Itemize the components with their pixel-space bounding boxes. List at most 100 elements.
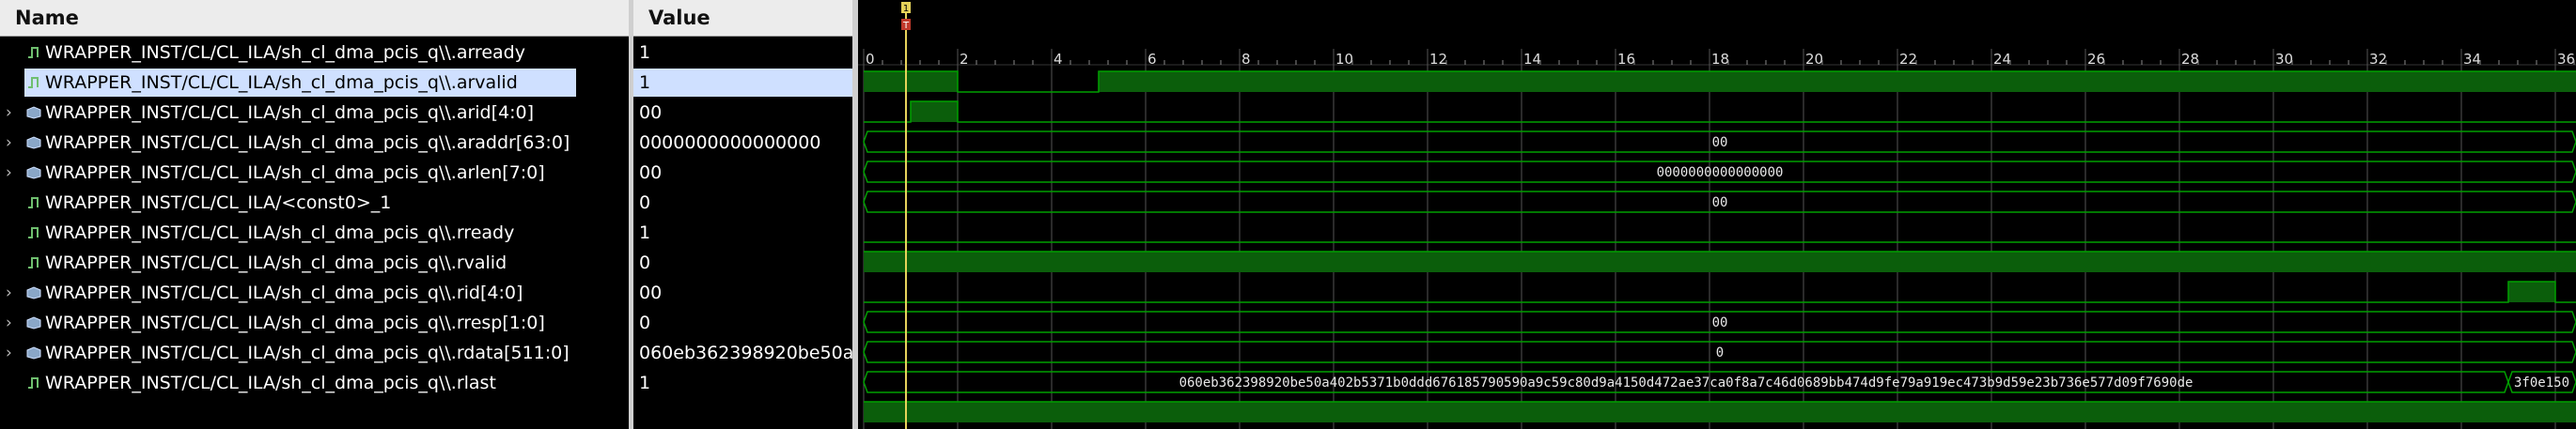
bus-signal-icon bbox=[26, 316, 41, 329]
signal-value: 1 bbox=[639, 222, 651, 243]
signal-row[interactable]: › WRAPPER_INST/CL/CL_ILA/sh_cl_dma_pcis_q… bbox=[0, 278, 629, 308]
signal-value-row[interactable]: 1 bbox=[633, 218, 852, 248]
high-level-fill bbox=[864, 71, 958, 92]
signal-value-row[interactable]: 1 bbox=[633, 368, 852, 398]
trigger-marker-label: T bbox=[902, 21, 910, 31]
cursor-label: 1 bbox=[903, 4, 909, 14]
signal-value: 0000000000000000 bbox=[639, 132, 821, 153]
signal-row[interactable]: WRAPPER_INST/CL/CL_ILA/sh_cl_dma_pcis_q\… bbox=[0, 38, 629, 68]
signal-row[interactable]: › WRAPPER_INST/CL/CL_ILA/sh_cl_dma_pcis_q… bbox=[0, 158, 629, 188]
signal-value-row[interactable]: 0 bbox=[633, 308, 852, 338]
signal-name: WRAPPER_INST/CL/CL_ILA/sh_cl_dma_pcis_q\… bbox=[45, 283, 523, 303]
bus-value-label: 00 bbox=[1712, 135, 1728, 150]
name-column-header[interactable]: Name bbox=[0, 0, 629, 37]
bus-value-label: 00 bbox=[1712, 195, 1728, 210]
signal-value-row[interactable]: 1 bbox=[633, 38, 852, 68]
bit-signal-icon bbox=[28, 257, 39, 268]
tick-label: 20 bbox=[1805, 51, 1823, 68]
bus-value-label: 060eb362398920be50a402b5371b0ddd67618579… bbox=[1179, 375, 2194, 391]
signal-value: 1 bbox=[639, 42, 651, 63]
signal-row[interactable]: WRAPPER_INST/CL/CL_ILA/sh_cl_dma_pcis_q\… bbox=[0, 68, 629, 98]
signal-value-row[interactable]: 00 bbox=[633, 158, 852, 188]
signal-value: 00 bbox=[639, 162, 663, 183]
tick-label: 18 bbox=[1711, 51, 1729, 68]
bit-signal-icon bbox=[28, 377, 39, 389]
signal-value: 0 bbox=[639, 313, 651, 333]
signal-name: WRAPPER_INST/CL/CL_ILA/sh_cl_dma_pcis_q\… bbox=[45, 132, 570, 153]
tick-label: 0 bbox=[866, 51, 875, 68]
high-level-fill bbox=[2508, 282, 2555, 302]
bit-waveform bbox=[864, 100, 2576, 123]
high-level-fill bbox=[1099, 71, 2576, 92]
timeline-ruler bbox=[858, 0, 2576, 37]
bit-signal-icon bbox=[28, 227, 39, 238]
signal-row[interactable]: WRAPPER_INST/CL/CL_ILA/sh_cl_dma_pcis_q\… bbox=[0, 368, 629, 398]
signal-value-row[interactable]: 060eb362398920be50a4 bbox=[633, 338, 852, 368]
tick-label: 8 bbox=[1241, 51, 1251, 68]
bus-signal-icon bbox=[26, 106, 41, 119]
waveform-svg: 0 2 4 6 8 10 12 14 16 18 20 22 24 26 28 30 32 34 360000000… bbox=[858, 0, 2576, 429]
expand-chevron-icon[interactable]: › bbox=[6, 158, 12, 188]
signal-value-row[interactable]: 00 bbox=[633, 278, 852, 308]
signal-value: 00 bbox=[639, 102, 663, 123]
signal-value-row[interactable]: 00 bbox=[633, 98, 852, 128]
signal-value: 00 bbox=[639, 283, 663, 303]
signal-row[interactable]: › WRAPPER_INST/CL/CL_ILA/sh_cl_dma_pcis_q… bbox=[0, 98, 629, 128]
signal-row[interactable]: › WRAPPER_INST/CL/CL_ILA/sh_cl_dma_pcis_q… bbox=[0, 308, 629, 338]
signal-name: WRAPPER_INST/CL/CL_ILA/sh_cl_dma_pcis_q\… bbox=[45, 343, 570, 363]
signal-name: WRAPPER_INST/CL/CL_ILA/sh_cl_dma_pcis_q\… bbox=[45, 253, 507, 273]
signal-value-row[interactable]: 1 bbox=[633, 68, 852, 98]
expand-chevron-icon[interactable]: › bbox=[6, 278, 12, 308]
expand-chevron-icon[interactable]: › bbox=[6, 338, 12, 368]
signal-name: WRAPPER_INST/CL/CL_ILA/sh_cl_dma_pcis_q\… bbox=[45, 313, 545, 333]
bit-signal-icon bbox=[28, 77, 39, 88]
tick-label: 34 bbox=[2463, 51, 2481, 68]
expand-chevron-icon[interactable]: › bbox=[6, 308, 12, 338]
tick-label: 36 bbox=[2557, 51, 2575, 68]
bus-signal-icon bbox=[26, 346, 41, 360]
tick-label: 4 bbox=[1054, 51, 1063, 68]
tick-label: 24 bbox=[1993, 51, 2011, 68]
expand-chevron-icon[interactable]: › bbox=[6, 128, 12, 158]
high-level-fill bbox=[911, 101, 958, 122]
signal-name: WRAPPER_INST/CL/CL_ILA/sh_cl_dma_pcis_q\… bbox=[45, 102, 535, 123]
waveform-canvas[interactable]: 0 2 4 6 8 10 12 14 16 18 20 22 24 26 28 30 32 34 36 00 00000… bbox=[858, 0, 2576, 429]
signal-row[interactable]: WRAPPER_INST/CL/CL_ILA/sh_cl_dma_pcis_q\… bbox=[0, 218, 629, 248]
bus-signal-icon bbox=[26, 166, 41, 179]
tick-label: 2 bbox=[960, 51, 969, 68]
tick-label: 16 bbox=[1617, 51, 1635, 68]
signal-name: WRAPPER_INST/CL/CL_ILA/sh_cl_dma_pcis_q\… bbox=[45, 42, 525, 63]
tick-label: 28 bbox=[2181, 51, 2199, 68]
high-level-fill bbox=[864, 252, 2576, 272]
bit-signal-icon bbox=[28, 47, 39, 58]
signal-value-panel: Value 1 1 00 0000000000000000 00 0 1 0 00 0 060eb3… bbox=[633, 0, 852, 429]
tick-label: 12 bbox=[1429, 51, 1447, 68]
signal-value-row[interactable]: 0 bbox=[633, 188, 852, 218]
signal-row[interactable]: WRAPPER_INST/CL/CL_ILA/<const0>_1 bbox=[0, 188, 629, 218]
value-column-header[interactable]: Value bbox=[633, 0, 852, 37]
signal-name: WRAPPER_INST/CL/CL_ILA/sh_cl_dma_pcis_q\… bbox=[45, 373, 496, 393]
signal-value: 060eb362398920be50a4 bbox=[639, 343, 852, 363]
signal-value: 0 bbox=[639, 253, 651, 273]
tick-label: 14 bbox=[1523, 51, 1541, 68]
tick-label: 10 bbox=[1335, 51, 1353, 68]
signal-value-row[interactable]: 0000000000000000 bbox=[633, 128, 852, 158]
signal-name-panel: Name WRAPPER_INST/CL/CL_ILA/sh_cl_dma_pc… bbox=[0, 0, 629, 429]
signal-name: WRAPPER_INST/CL/CL_ILA/sh_cl_dma_pcis_q\… bbox=[45, 162, 545, 183]
expand-chevron-icon[interactable]: › bbox=[6, 98, 12, 128]
signal-row[interactable]: WRAPPER_INST/CL/CL_ILA/sh_cl_dma_pcis_q\… bbox=[0, 248, 629, 278]
high-level-fill bbox=[864, 402, 2576, 422]
tick-label: 6 bbox=[1147, 51, 1157, 68]
bus-signal-icon bbox=[26, 286, 41, 299]
signal-name: WRAPPER_INST/CL/CL_ILA/sh_cl_dma_pcis_q\… bbox=[45, 72, 518, 93]
signal-value: 1 bbox=[639, 72, 651, 93]
bus-signal-icon bbox=[26, 136, 41, 149]
signal-value: 1 bbox=[639, 373, 651, 393]
row-selection-highlight bbox=[633, 69, 852, 97]
signal-row[interactable]: › WRAPPER_INST/CL/CL_ILA/sh_cl_dma_pcis_q… bbox=[0, 128, 629, 158]
bus-value-label: 3f0e150 bbox=[2514, 375, 2569, 391]
bus-value-label: 00 bbox=[1712, 315, 1728, 330]
signal-row[interactable]: › WRAPPER_INST/CL/CL_ILA/sh_cl_dma_pcis_q… bbox=[0, 338, 629, 368]
signal-value-row[interactable]: 0 bbox=[633, 248, 852, 278]
signal-value: 0 bbox=[639, 192, 651, 213]
